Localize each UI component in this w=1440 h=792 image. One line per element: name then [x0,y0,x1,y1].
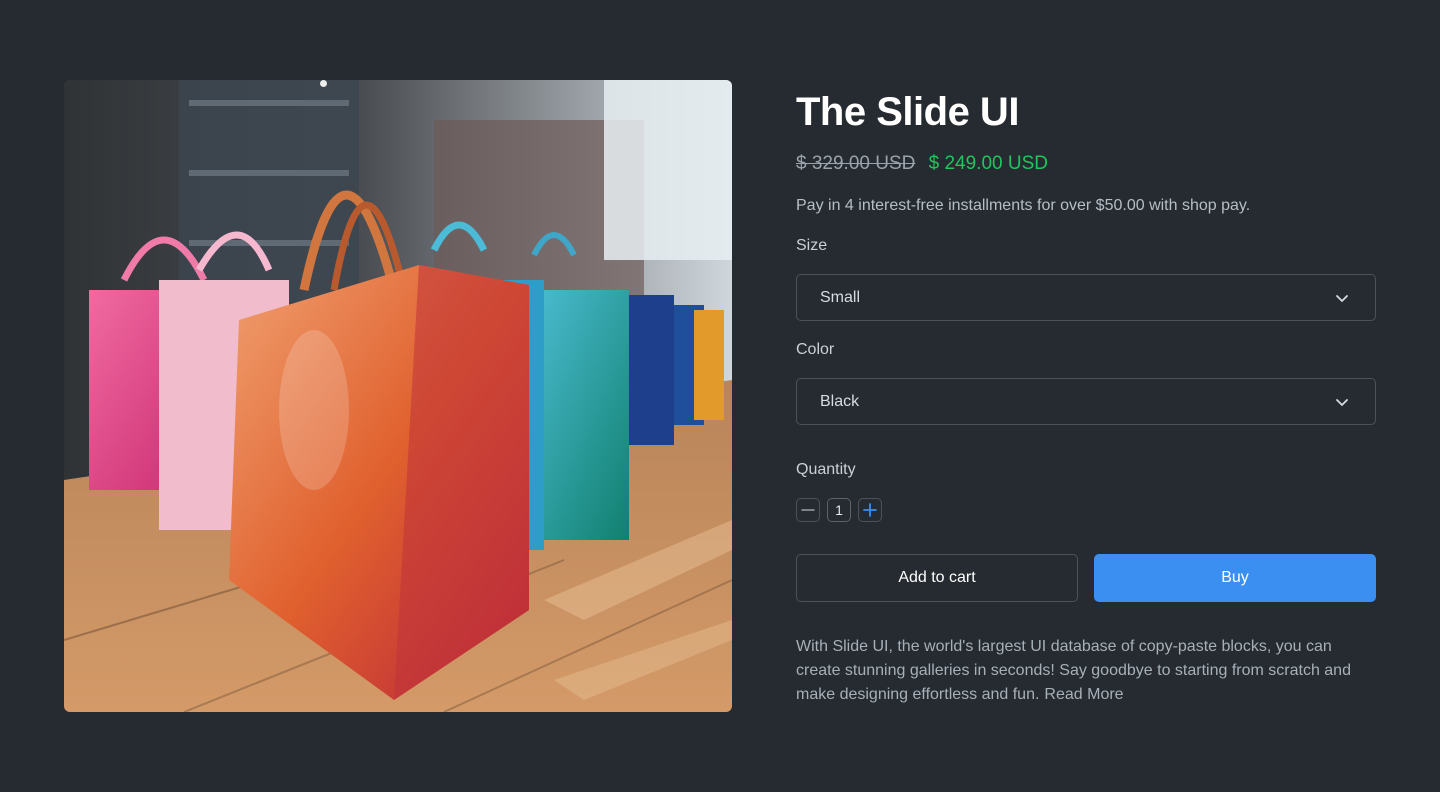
color-select[interactable]: Black [796,378,1376,425]
chevron-down-icon [1336,294,1348,302]
size-label: Size [796,237,828,254]
quantity-increment-button[interactable] [858,498,882,522]
product-image[interactable] [64,80,732,712]
sale-price: $ 249.00 USD [928,153,1048,174]
color-select-value: Black [820,392,860,410]
quantity-decrement-button[interactable] [796,498,820,522]
size-select-value: Small [820,288,861,306]
buy-button[interactable]: Buy [1094,554,1376,602]
chevron-down-icon [1336,398,1348,406]
product-photo [64,80,732,712]
plus-icon [863,503,877,517]
quantity-label: Quantity [796,461,856,478]
add-to-cart-button[interactable]: Add to cart [796,554,1078,602]
price-row: $ 329.00 USD $ 249.00 USD [796,153,1048,175]
read-more-link[interactable]: Read More [1044,686,1123,703]
quantity-stepper: 1 [796,498,882,522]
product-page: The Slide UI $ 329.00 USD $ 249.00 USD P… [0,0,1440,792]
carousel-indicator-dot[interactable] [320,80,327,87]
installments-note: Pay in 4 interest-free installments for … [796,197,1251,214]
product-description: With Slide UI, the world's largest UI da… [796,635,1376,707]
size-select[interactable]: Small [796,274,1376,321]
minus-icon [801,509,815,511]
quantity-value[interactable]: 1 [827,498,851,522]
original-price: $ 329.00 USD [796,153,916,174]
color-label: Color [796,341,835,358]
product-title: The Slide UI [796,90,1019,134]
